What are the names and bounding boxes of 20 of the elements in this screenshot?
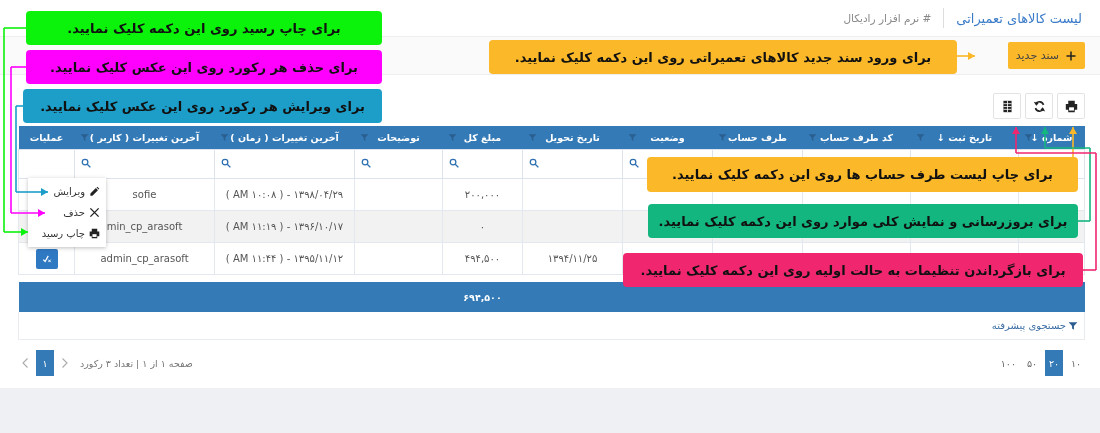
table-cell: ۴۹۴,۵۰۰ <box>464 253 501 264</box>
hint-tooltip: برای بازگرداندن تنظیمات به حالت اولیه روی این دکمه کلیک نمایید. <box>623 253 1083 287</box>
hint-tooltip: برای ویرایش هر رکورد روی این عکس کلیک نمایید. <box>23 89 382 123</box>
record-count: صفحه ۱ از ۱ | تعداد ۳ رکورد <box>80 357 193 369</box>
hint-tooltip: برای بروزرسانی و نمایش کلی موارد روی این دکمه کلیک نمایید. <box>648 204 1078 238</box>
page-title: لیست کالاهای تعمیراتی <box>956 10 1082 26</box>
hint-tooltip: برای حذف هر رکورد روی این عکس کلیک نمایید. <box>26 50 382 84</box>
table-cell: ۲۰۰,۰۰۰ <box>464 189 501 200</box>
hint-tooltip: برای چاپ رسید روی این دکمه کلیک نمایید. <box>26 11 382 45</box>
table-cell: admin_cp_arasoft <box>100 253 189 264</box>
table-cell: ۱۳۹۵/۱۱/۱۲ - ( AM ۱۱:۴۴ ) <box>225 253 344 264</box>
table-cell: ۱۳۹۴/۱۱/۲۵ <box>547 253 598 264</box>
total-amount: ۶۹۴,۵۰۰ <box>463 291 502 303</box>
table-cell: sofie <box>132 189 157 200</box>
table-cell: ۱۳۹۶/۱۰/۱۷ - ( AM ۱۱:۱۹ ) <box>225 221 344 232</box>
table-cell: ۱۳۹۸/۰۴/۲۹ - ( AM ۱۰:۰۸ ) <box>225 189 344 200</box>
hint-tooltip: برای چاپ لیست طرف حساب ها روی این دکمه کلیک نمایید. <box>647 157 1078 192</box>
table-cell: ۰ <box>479 221 486 232</box>
hint-tooltip: برای ورود سند جدید کالاهای تعمیراتی روی این دکمه کلیک نمایید. <box>489 40 957 74</box>
table-cell: min_cp_arasoft <box>106 221 183 232</box>
